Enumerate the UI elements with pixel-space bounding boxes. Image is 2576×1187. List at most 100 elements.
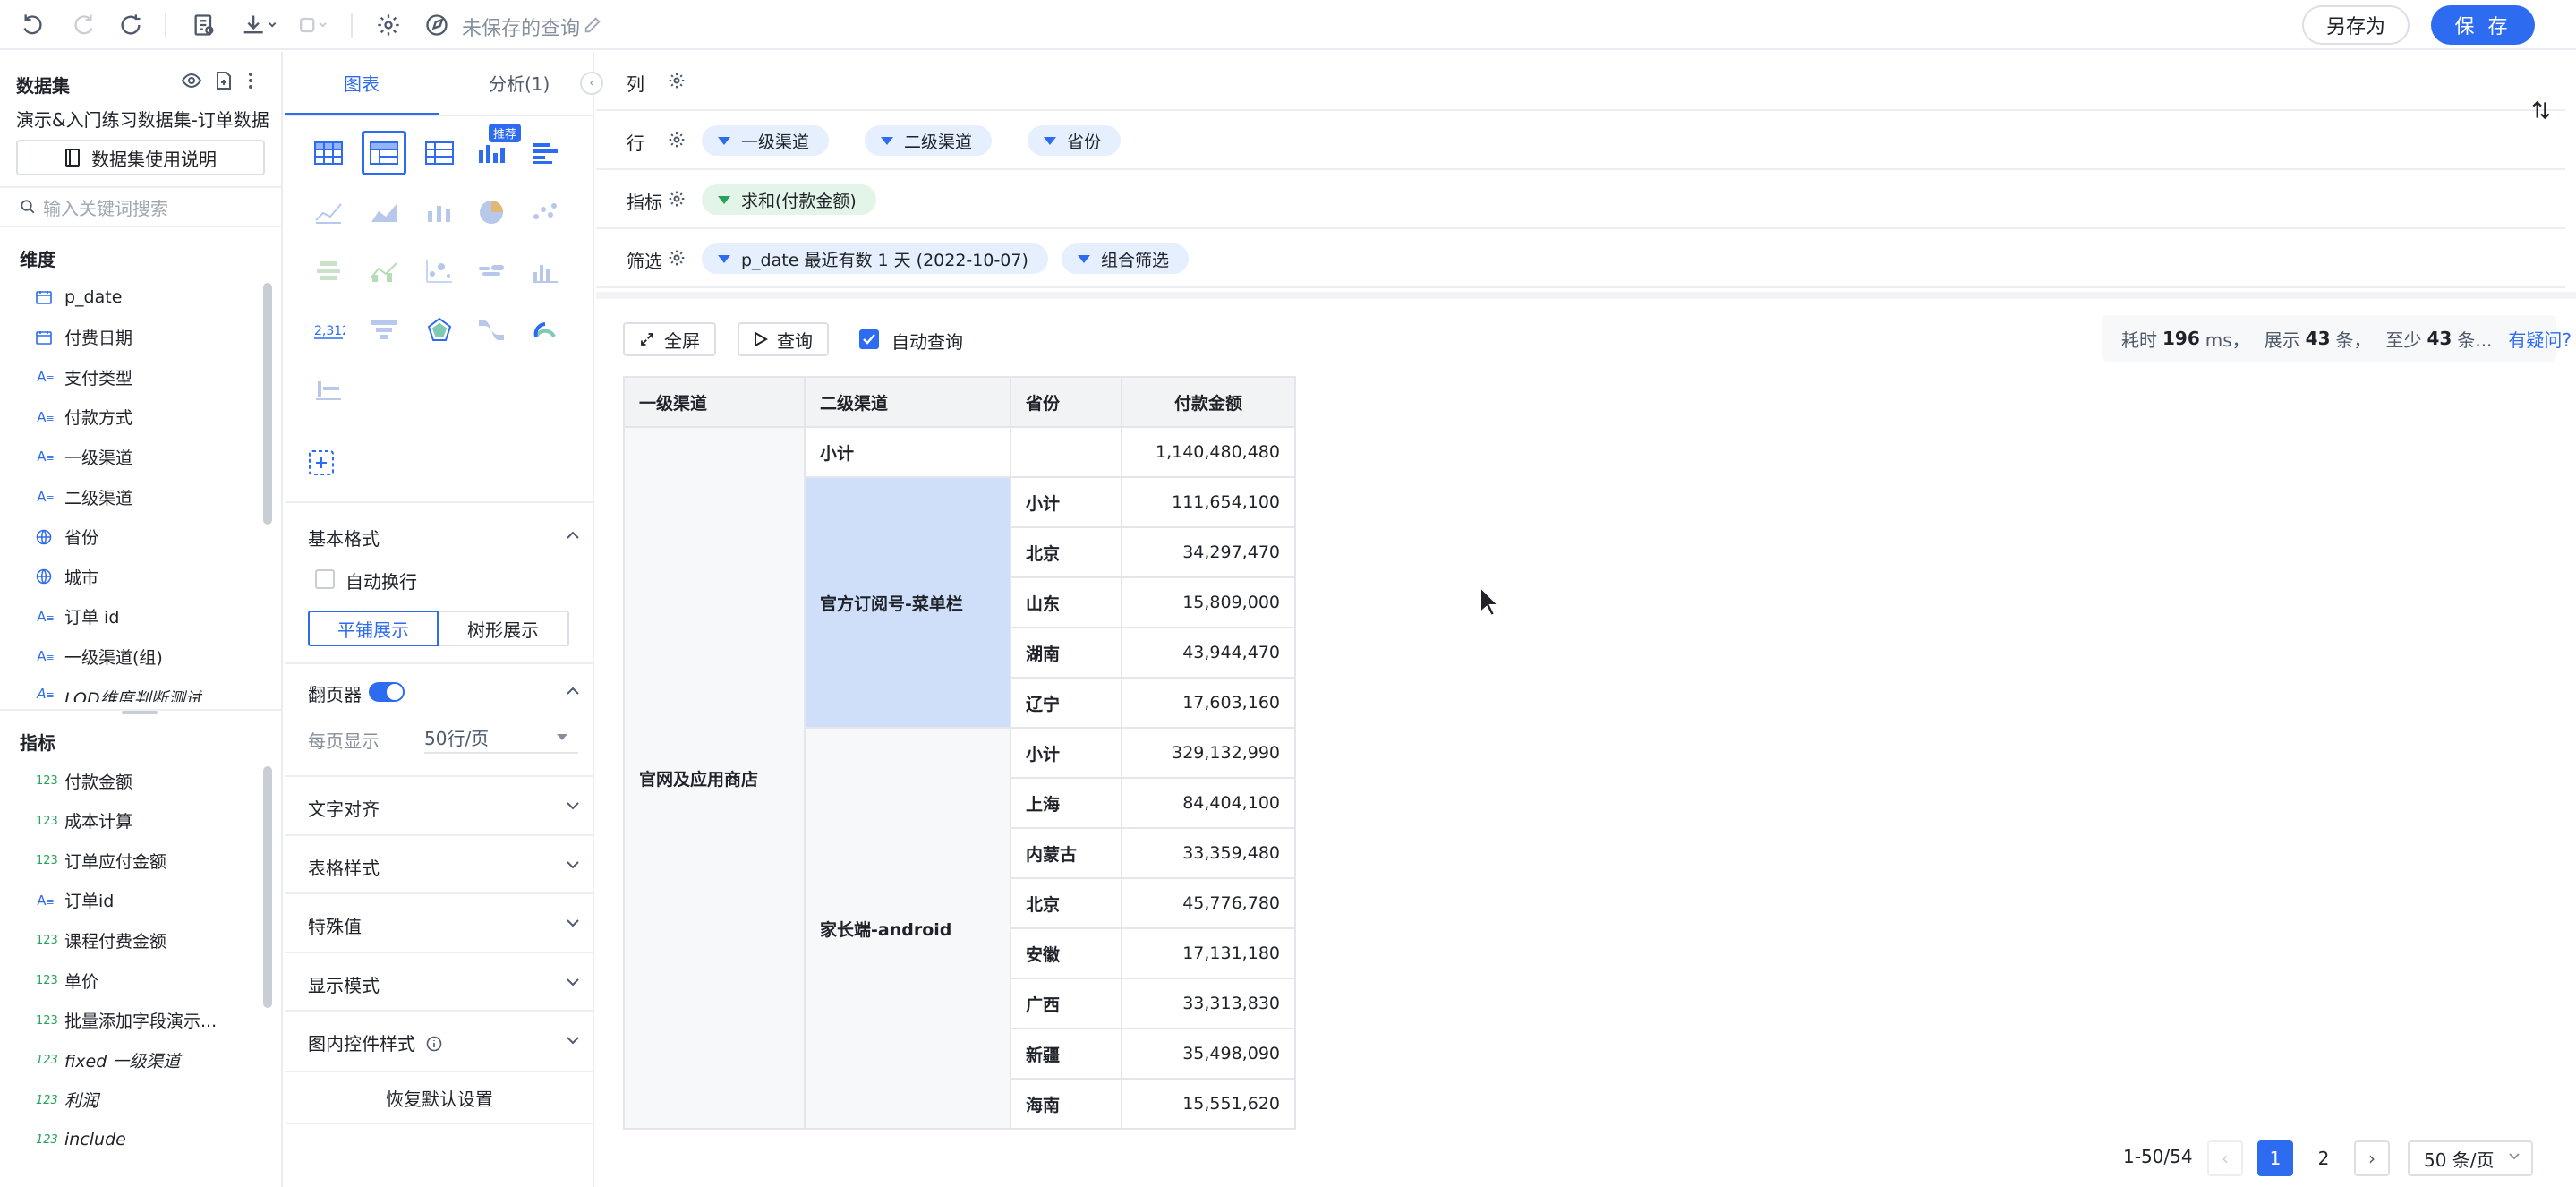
chart-type-wordcloud[interactable] — [469, 249, 514, 294]
dimension-item[interactable]: 付费日期 — [36, 320, 132, 355]
add-field-icon[interactable] — [213, 70, 235, 91]
gear-icon[interactable] — [668, 72, 686, 90]
format-section-title[interactable]: 表格样式 — [308, 854, 380, 880]
row-pill-province[interactable]: 省份 — [1028, 125, 1122, 156]
dimension-item[interactable]: 省份 — [36, 519, 98, 555]
save-button[interactable]: 保 存 — [2431, 5, 2535, 45]
gear-icon[interactable] — [668, 249, 686, 267]
metric-item[interactable]: 123 fixed 一级渠道 — [36, 1042, 180, 1078]
cell-province[interactable]: 上海 — [1010, 777, 1122, 829]
chart-type-histogram[interactable] — [523, 249, 567, 294]
metric-item[interactable]: 123 批量添加字段演示... — [36, 1003, 217, 1038]
cell-payment[interactable]: 17,603,160 — [1121, 677, 1296, 729]
chevron-down-icon[interactable] — [564, 797, 582, 815]
chevron-up-icon[interactable] — [564, 526, 582, 544]
tab-chart[interactable]: 图表 — [344, 70, 380, 96]
dimension-item[interactable]: A≡ 一级渠道 — [36, 439, 132, 474]
chart-type-pivot-table[interactable] — [362, 131, 406, 175]
dimension-item[interactable]: A≡ 一级渠道(组) — [36, 638, 163, 674]
dimension-item[interactable]: p_date — [36, 279, 122, 315]
chart-type-funnel[interactable] — [362, 308, 406, 353]
chevron-down-icon[interactable] — [564, 973, 582, 991]
chevron-down-icon[interactable] — [564, 856, 582, 874]
chart-type-progress[interactable] — [306, 367, 351, 412]
page-size-select[interactable]: 50 条/页 — [2408, 1140, 2533, 1176]
auto-wrap-checkbox[interactable] — [315, 569, 335, 589]
cell-payment[interactable]: 33,359,480 — [1121, 827, 1296, 879]
chart-type-stacked[interactable] — [306, 249, 351, 294]
header-l1-channel[interactable]: 一级渠道 — [623, 376, 806, 428]
cell-province[interactable]: 安徽 — [1010, 927, 1122, 979]
cell-payment[interactable]: 84,404,100 — [1121, 777, 1296, 829]
more-icon[interactable] — [245, 70, 256, 91]
header-l2-channel[interactable]: 二级渠道 — [804, 376, 1011, 428]
basic-format-title[interactable]: 基本格式 — [308, 525, 380, 551]
cell-payment[interactable]: 15,809,000 — [1121, 576, 1296, 628]
cell-payment[interactable]: 45,776,780 — [1121, 877, 1296, 929]
dimension-scrollbar[interactable] — [263, 283, 272, 525]
metric-item[interactable]: 123 include — [36, 1122, 126, 1157]
cell-province[interactable]: 小计 — [1010, 727, 1122, 779]
dataset-name[interactable]: 演示&入门练习数据集-订单数据 — [16, 106, 269, 132]
cell-l1-channel[interactable]: 官网及应用商店 — [623, 426, 806, 1130]
format-section-title[interactable]: 图内控件样式 — [308, 1029, 442, 1055]
metrics-shelf[interactable]: 指标 求和(付款金额) — [596, 170, 2565, 229]
dimension-item[interactable]: 城市 — [36, 559, 98, 594]
auto-query-checkbox[interactable] — [859, 329, 879, 349]
cell-province[interactable]: 内蒙古 — [1010, 827, 1122, 879]
chart-type-column-line[interactable] — [417, 190, 462, 235]
row-pill-l2-channel[interactable]: 二级渠道 — [865, 125, 993, 156]
metric-item[interactable]: 123 订单应付金额 — [36, 842, 166, 878]
cell-payment[interactable]: 17,131,180 — [1121, 927, 1296, 979]
chart-type-combo[interactable] — [362, 249, 406, 294]
cell-province[interactable]: 辽宁 — [1010, 677, 1122, 729]
gear-icon[interactable] — [668, 190, 686, 208]
dimension-item[interactable]: A≡ 订单 id — [36, 599, 119, 635]
cell-total-value[interactable]: 1,140,480,480 — [1121, 426, 1296, 478]
gear-icon[interactable] — [668, 131, 686, 149]
cell-payment[interactable]: 111,654,100 — [1121, 476, 1296, 528]
cell-province[interactable]: 湖南 — [1010, 627, 1122, 679]
page-2-button[interactable]: 2 — [2306, 1140, 2341, 1176]
cell-province[interactable]: 小计 — [1010, 476, 1122, 528]
chart-type-line[interactable] — [306, 190, 351, 235]
add-chart-icon[interactable] — [308, 449, 335, 476]
reset-default-button[interactable]: 恢复默认设置 — [285, 1072, 594, 1123]
splitter-handle[interactable] — [122, 711, 158, 714]
format-section-title[interactable]: 文字对齐 — [308, 795, 380, 821]
refresh-icon[interactable] — [113, 9, 149, 41]
pager-toggle[interactable] — [369, 682, 405, 702]
metric-item[interactable]: 123 课程付费金额 — [36, 922, 166, 958]
cell-province[interactable]: 山东 — [1010, 576, 1122, 628]
cell-l2-channel[interactable]: 家长端-android — [804, 727, 1011, 1130]
cell-payment[interactable]: 15,551,620 — [1121, 1078, 1296, 1130]
chart-type-cross-table[interactable] — [417, 131, 462, 175]
chevron-down-icon[interactable] — [564, 1031, 582, 1049]
header-payment[interactable]: 付款金额 — [1121, 376, 1296, 428]
cell-payment[interactable]: 329,132,990 — [1121, 727, 1296, 779]
page-1-button[interactable]: 1 — [2257, 1140, 2293, 1176]
cell-province[interactable]: 北京 — [1010, 877, 1122, 929]
next-page-button[interactable]: › — [2354, 1140, 2390, 1176]
swap-rows-columns-icon[interactable] — [2529, 98, 2553, 122]
filter-pill-date[interactable]: p_date 最近有数 1 天 (2022-10-07) — [702, 243, 1048, 274]
chart-type-bubble[interactable] — [417, 249, 462, 294]
cell-province[interactable]: 海南 — [1010, 1078, 1122, 1130]
cell-payment[interactable]: 35,498,090 — [1121, 1028, 1296, 1080]
tab-analysis[interactable]: 分析(1) — [489, 70, 550, 96]
undo-icon[interactable] — [16, 9, 52, 41]
row-pill-l1-channel[interactable]: 一级渠道 — [702, 125, 830, 156]
prev-page-button[interactable]: ‹ — [2207, 1140, 2243, 1176]
download-icon[interactable] — [235, 9, 283, 41]
edit-icon[interactable] — [580, 9, 605, 41]
chart-type-table[interactable] — [306, 131, 351, 175]
chart-type-radar[interactable] — [417, 308, 462, 353]
fullscreen-button[interactable]: 全屏 — [623, 322, 716, 356]
chart-type-area[interactable] — [362, 190, 406, 235]
metric-item[interactable]: 123 付款金额 — [36, 763, 132, 798]
field-search-input[interactable]: 输入关键词搜索 — [0, 186, 283, 227]
chart-type-pie[interactable] — [469, 190, 514, 235]
metric-scrollbar[interactable] — [263, 766, 272, 1008]
filter-shelf[interactable]: 筛选 p_date 最近有数 1 天 (2022-10-07) 组合筛选 — [596, 229, 2565, 288]
columns-shelf[interactable]: 列 — [596, 52, 2565, 111]
